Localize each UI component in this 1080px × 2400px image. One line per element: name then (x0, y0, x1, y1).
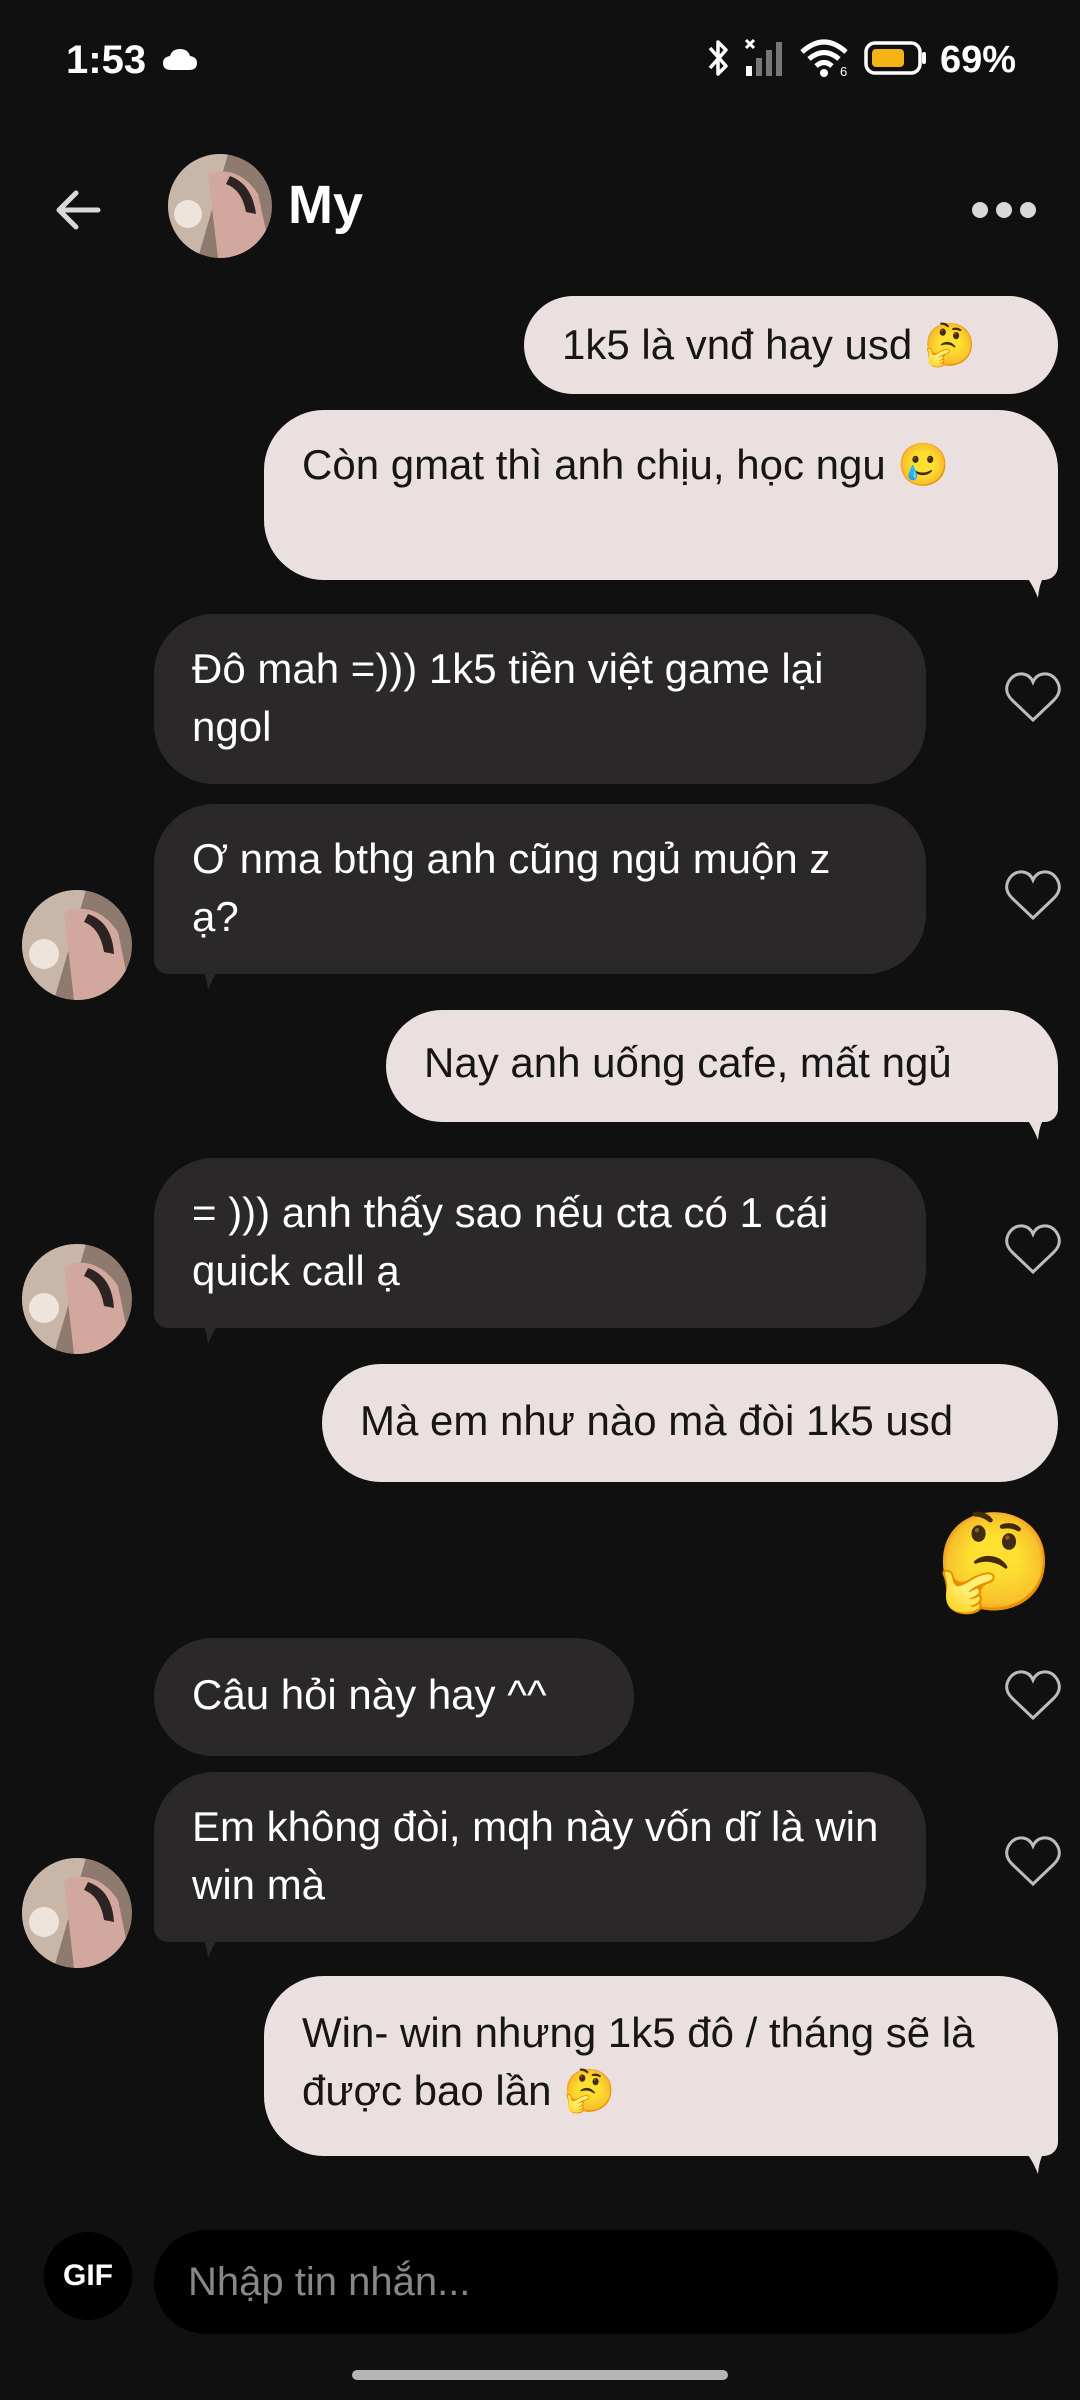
outgoing-message[interactable]: 1k5 là vnđ hay usd 🤔 (524, 296, 1058, 394)
bubble-tail (1020, 570, 1050, 598)
incoming-message[interactable]: Câu hỏi này hay ^^ (154, 1638, 634, 1756)
more-icon[interactable] (964, 180, 1044, 240)
heart-icon[interactable] (1004, 1668, 1062, 1722)
incoming-message[interactable]: = ))) anh thấy sao nếu cta có 1 cái quic… (154, 1158, 926, 1328)
outgoing-message[interactable]: Win- win nhưng 1k5 đô / tháng sẽ là được… (264, 1976, 1058, 2156)
message-input[interactable] (154, 2230, 1058, 2334)
signal-icon (744, 38, 788, 83)
wifi-icon: 6 (800, 38, 852, 83)
outgoing-emoji-message[interactable]: 🤔 (934, 1508, 1054, 1618)
contact-avatar[interactable] (22, 1244, 132, 1354)
bubble-tail (196, 1930, 226, 1958)
heart-icon[interactable] (1004, 1834, 1062, 1888)
bubble-tail (1020, 2146, 1050, 2174)
cloud-icon (162, 48, 198, 77)
chat-screen: 1:53 6 69% My 1k5 là vnđ hay usd 🤔 Còn g… (0, 0, 1080, 2400)
outgoing-message[interactable]: Nay anh uống cafe, mất ngủ (386, 1010, 1058, 1122)
home-indicator[interactable] (352, 2370, 728, 2380)
status-time: 1:53 (66, 38, 147, 82)
incoming-message[interactable]: Ơ nma bthg anh cũng ngủ muộn z ạ? (154, 804, 926, 974)
chat-header: My (0, 140, 1080, 280)
heart-icon[interactable] (1004, 868, 1062, 922)
status-icons: 6 69% (706, 38, 1016, 83)
contact-avatar[interactable] (22, 1858, 132, 1968)
bluetooth-icon (706, 38, 732, 83)
contact-avatar[interactable] (22, 890, 132, 1000)
bubble-tail (196, 962, 226, 990)
gif-button[interactable]: GIF (44, 2232, 132, 2320)
outgoing-message[interactable]: Còn gmat thì anh chịu, học ngu 🥲 (264, 410, 1058, 580)
heart-icon[interactable] (1004, 1222, 1062, 1276)
bubble-tail (196, 1316, 226, 1344)
heart-icon[interactable] (1004, 670, 1062, 724)
status-bar: 1:53 6 69% (0, 0, 1080, 130)
svg-text:6: 6 (840, 64, 847, 78)
message-list: 1k5 là vnđ hay usd 🤔 Còn gmat thì anh ch… (0, 290, 1080, 2190)
battery-percent: 69% (939, 39, 1016, 81)
back-arrow-icon[interactable] (48, 180, 108, 240)
contact-name[interactable]: My (288, 174, 363, 236)
battery-icon (864, 40, 928, 81)
incoming-message[interactable]: Đô mah =))) 1k5 tiền việt game lại ngol (154, 614, 926, 784)
bubble-tail (1020, 1112, 1050, 1140)
outgoing-message[interactable]: Mà em như nào mà đòi 1k5 usd (322, 1364, 1058, 1482)
incoming-message[interactable]: Em không đòi, mqh này vốn dĩ là win win … (154, 1772, 926, 1942)
contact-avatar[interactable] (168, 154, 272, 258)
message-composer: GIF (0, 2218, 1080, 2338)
